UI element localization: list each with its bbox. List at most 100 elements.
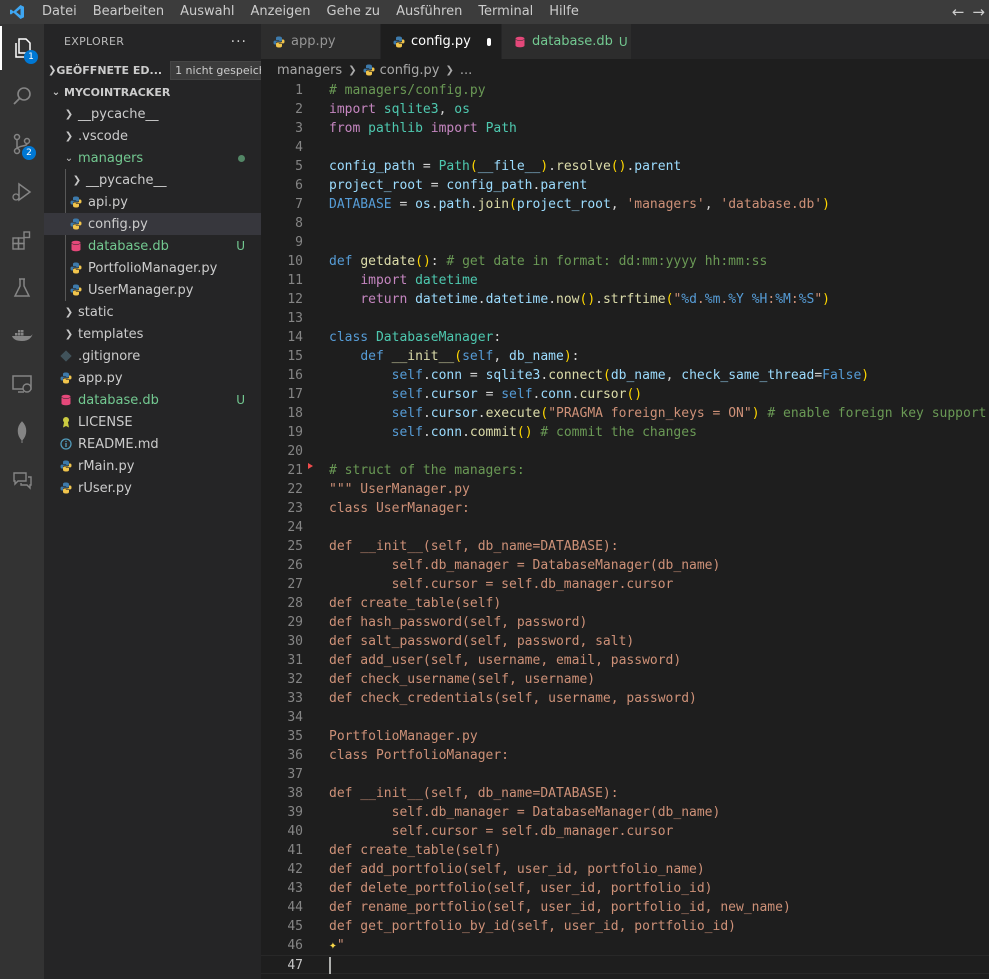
code-line[interactable]: 18 self.cursor.execute("PRAGMA foreign_k…: [261, 404, 989, 423]
code-line[interactable]: 2 import sqlite3, os: [261, 100, 989, 119]
code-line[interactable]: 9: [261, 233, 989, 252]
tree-item-static[interactable]: ❯ static: [44, 301, 261, 323]
code-line[interactable]: 43 def delete_portfolio(self, user_id, po…: [261, 879, 989, 898]
unsaved-dot-icon[interactable]: [486, 37, 491, 46]
sparkle-icon[interactable]: ✦: [329, 938, 337, 953]
tree-item-managers-pycache[interactable]: ❯ __pycache__: [44, 169, 261, 191]
more-actions-icon[interactable]: ···: [231, 34, 247, 50]
search-activity[interactable]: [0, 74, 44, 118]
code-line[interactable]: 15 def __init__(self, db_name):: [261, 347, 989, 366]
tab-app-py[interactable]: app.py: [261, 24, 381, 59]
tree-item-root-database-db[interactable]: database.db U: [44, 389, 261, 411]
tree-item-pycache[interactable]: ❯ __pycache__: [44, 103, 261, 125]
code-line[interactable]: 1 # managers/config.py: [261, 81, 989, 100]
tree-item-vscode[interactable]: ❯ .vscode: [44, 125, 261, 147]
mongodb-activity[interactable]: [0, 410, 44, 454]
line-number: 5: [295, 159, 303, 174]
menu-bearbeiten[interactable]: Bearbeiten: [85, 0, 172, 24]
code-line[interactable]: 22 """ UserManager.py: [261, 480, 989, 499]
remote-explorer-activity[interactable]: [0, 362, 44, 406]
chat-activity[interactable]: [0, 458, 44, 502]
code-line[interactable]: 33 def check_credentials(self, username, …: [261, 689, 989, 708]
code-line[interactable]: 29 def hash_password(self, password): [261, 613, 989, 632]
code-line[interactable]: 19 self.conn.commit() # commit the chang…: [261, 423, 989, 442]
code-line[interactable]: 24: [261, 518, 989, 537]
code-line[interactable]: 37: [261, 765, 989, 784]
code-line[interactable]: 16 self.conn = sqlite3.connect(db_name, …: [261, 366, 989, 385]
tab-config-py[interactable]: config.py: [381, 24, 502, 59]
menu-gehe-zu[interactable]: Gehe zu: [319, 0, 389, 24]
code-line[interactable]: 32 def check_username(self, username): [261, 670, 989, 689]
code-line[interactable]: 5 config_path = Path(__file__).resolve().…: [261, 157, 989, 176]
tree-item-app-py[interactable]: app.py: [44, 367, 261, 389]
code-line[interactable]: 40 self.cursor = self.db_manager.cursor: [261, 822, 989, 841]
tab-database-db[interactable]: database.db U: [502, 24, 632, 59]
code-line[interactable]: 4: [261, 138, 989, 157]
menu-datei[interactable]: Datei: [34, 0, 85, 24]
testing-activity[interactable]: [0, 266, 44, 310]
fold-marker-icon[interactable]: [308, 463, 313, 469]
tree-item-readme[interactable]: README.md: [44, 433, 261, 455]
code-line[interactable]: 28 def create_table(self): [261, 594, 989, 613]
code-line[interactable]: 10 def getdate(): # get date in format: d…: [261, 252, 989, 271]
code-line[interactable]: 36 class PortfolioManager:: [261, 746, 989, 765]
code-line[interactable]: 21 # struct of the managers:: [261, 461, 989, 480]
menu-auswahl[interactable]: Auswahl: [172, 0, 242, 24]
tree-item-api-py[interactable]: api.py: [44, 191, 261, 213]
tree-item-license[interactable]: LICENSE: [44, 411, 261, 433]
open-editors-section[interactable]: ❯ GEÖFFNETE ED... 1 nicht gespeichert: [44, 59, 261, 81]
code-line[interactable]: 26 self.db_manager = DatabaseManager(db_…: [261, 556, 989, 575]
code-line[interactable]: 14 class DatabaseManager:: [261, 328, 989, 347]
code-line[interactable]: 7 DATABASE = os.path.join(project_root, '…: [261, 195, 989, 214]
docker-activity[interactable]: [0, 314, 44, 358]
code-line[interactable]: 47: [261, 955, 989, 974]
code-line[interactable]: 3 from pathlib import Path: [261, 119, 989, 138]
tree-item-gitignore[interactable]: .gitignore: [44, 345, 261, 367]
breadcrumb-file[interactable]: config.py: [380, 63, 440, 78]
source-control-activity[interactable]: 2: [0, 122, 44, 166]
menu-ausfuehren[interactable]: Ausführen: [388, 0, 470, 24]
code-line[interactable]: 20: [261, 442, 989, 461]
tree-item-managers[interactable]: ⌄ managers: [44, 147, 261, 169]
code-line[interactable]: 44 def rename_portfolio(self, user_id, po…: [261, 898, 989, 917]
code-line[interactable]: 23 class UserManager:: [261, 499, 989, 518]
extensions-activity[interactable]: [0, 218, 44, 262]
code-line[interactable]: 11 import datetime: [261, 271, 989, 290]
code-line[interactable]: 31 def add_user(self, username, email, pa…: [261, 651, 989, 670]
code-line[interactable]: 8: [261, 214, 989, 233]
code-text: def check_credentials(self, username, pa…: [329, 691, 697, 706]
code-line[interactable]: 45 def get_portfolio_by_id(self, user_id,…: [261, 917, 989, 936]
code-line[interactable]: 12 return datetime.datetime.now().strfti…: [261, 290, 989, 309]
code-line[interactable]: 34: [261, 708, 989, 727]
tree-item-usermanager-py[interactable]: UserManager.py: [44, 279, 261, 301]
code-line[interactable]: 6 project_root = config_path.parent: [261, 176, 989, 195]
code-line[interactable]: 13: [261, 309, 989, 328]
run-debug-activity[interactable]: [0, 170, 44, 214]
tree-item-database-db[interactable]: database.db U: [44, 235, 261, 257]
menu-terminal[interactable]: Terminal: [470, 0, 541, 24]
tree-item-ruser-py[interactable]: rUser.py: [44, 477, 261, 499]
code-line[interactable]: 41 def create_table(self): [261, 841, 989, 860]
code-line[interactable]: 30 def salt_password(self, password, salt…: [261, 632, 989, 651]
code-line[interactable]: 17 self.cursor = self.conn.cursor(): [261, 385, 989, 404]
explorer-activity[interactable]: 1: [0, 26, 44, 70]
code-line[interactable]: 39 self.db_manager = DatabaseManager(db_…: [261, 803, 989, 822]
project-section[interactable]: ⌄ MYCOINTRACKER: [44, 81, 261, 103]
breadcrumb-more[interactable]: ...: [460, 63, 472, 78]
code-editor[interactable]: 1 # managers/config.py 2 import sqlite3, os…: [261, 81, 989, 979]
code-line[interactable]: 35 PortfolioManager.py: [261, 727, 989, 746]
tree-item-config-py[interactable]: config.py: [44, 213, 261, 235]
breadcrumb-folder[interactable]: managers: [277, 63, 342, 78]
forward-arrow-icon[interactable]: →: [968, 3, 989, 21]
tree-item-portfoliomanager-py[interactable]: PortfolioManager.py: [44, 257, 261, 279]
back-arrow-icon[interactable]: ←: [948, 3, 969, 21]
menu-anzeigen[interactable]: Anzeigen: [242, 0, 318, 24]
menu-hilfe[interactable]: Hilfe: [541, 0, 587, 24]
code-line[interactable]: 25 def __init__(self, db_name=DATABASE):: [261, 537, 989, 556]
code-line[interactable]: 27 self.cursor = self.db_manager.cursor: [261, 575, 989, 594]
code-line[interactable]: 38 def __init__(self, db_name=DATABASE):: [261, 784, 989, 803]
tree-item-templates[interactable]: ❯ templates: [44, 323, 261, 345]
tree-item-rmain-py[interactable]: rMain.py: [44, 455, 261, 477]
code-line[interactable]: 46 ✦": [261, 936, 989, 955]
code-line[interactable]: 42 def add_portfolio(self, user_id, portf…: [261, 860, 989, 879]
